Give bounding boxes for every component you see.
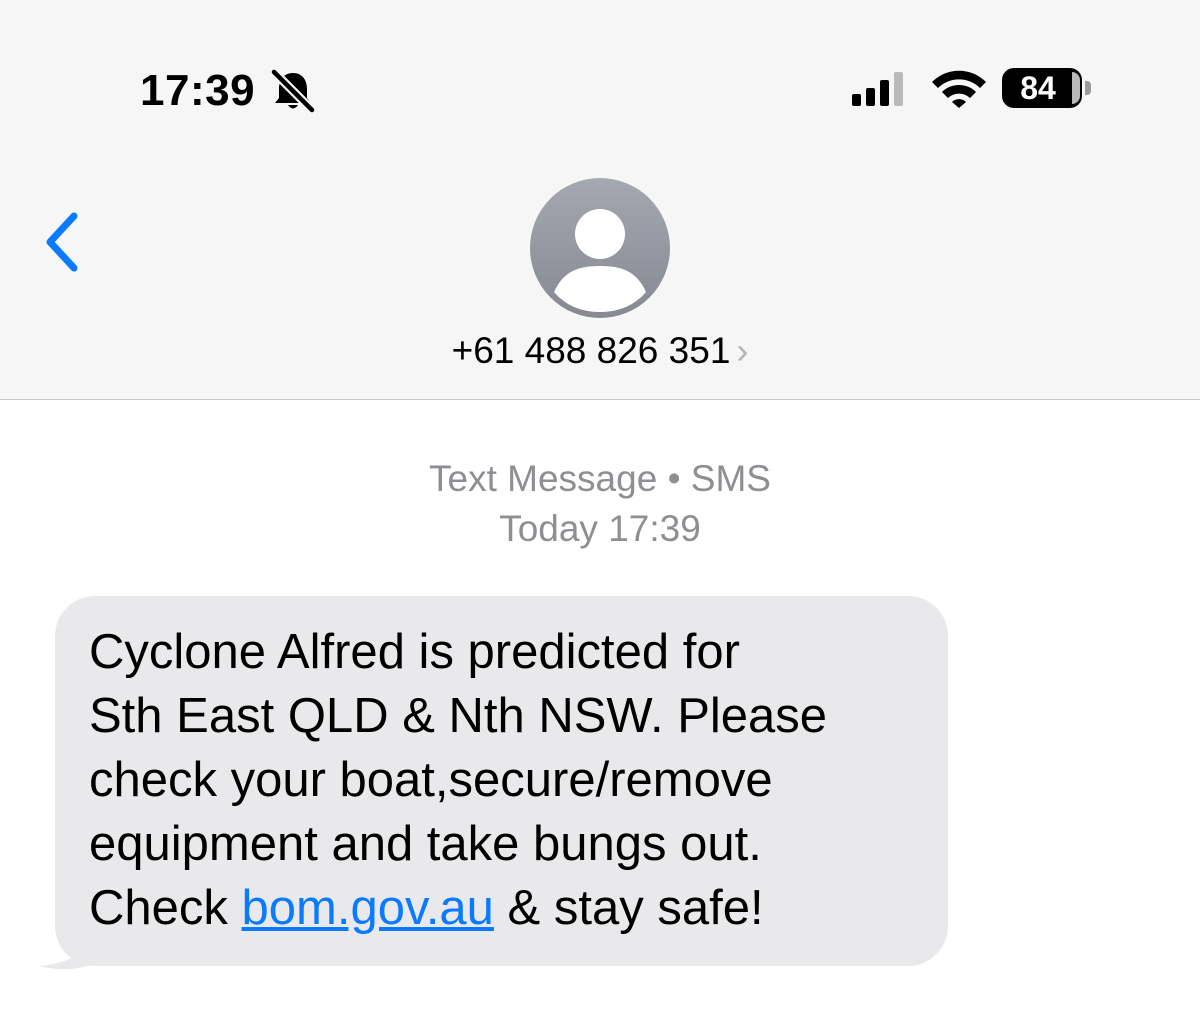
wifi-icon [932, 70, 986, 108]
message-link[interactable]: bom.gov.au [242, 881, 494, 935]
contact-name-button[interactable]: +61 488 826 351 › [0, 330, 1200, 372]
battery-icon: 84 [1002, 68, 1092, 108]
service-label: Text Message • SMS [429, 458, 771, 499]
person-silhouette-icon [554, 209, 646, 312]
message-timestamp: Today 17:39 [499, 508, 701, 549]
message-bubble[interactable]: Cyclone Alfred is predicted for Sth East… [55, 596, 948, 966]
conversation-header: 17:39 84 +61 488 826 351 › [0, 0, 1200, 400]
bell-slash-icon [269, 68, 317, 114]
message-text-part: & stay safe! [493, 881, 764, 935]
chevron-left-icon[interactable] [40, 208, 86, 276]
cellular-signal-icon [852, 72, 903, 106]
battery-cap [1085, 81, 1091, 95]
contact-number: +61 488 826 351 [451, 330, 731, 371]
battery-level: 84 [1020, 70, 1056, 106]
status-time: 17:39 [140, 66, 256, 115]
message-text: Cyclone Alfred is predicted for Sth East… [89, 620, 914, 940]
chevron-right-icon: › [736, 330, 749, 371]
avatar[interactable] [530, 178, 670, 318]
